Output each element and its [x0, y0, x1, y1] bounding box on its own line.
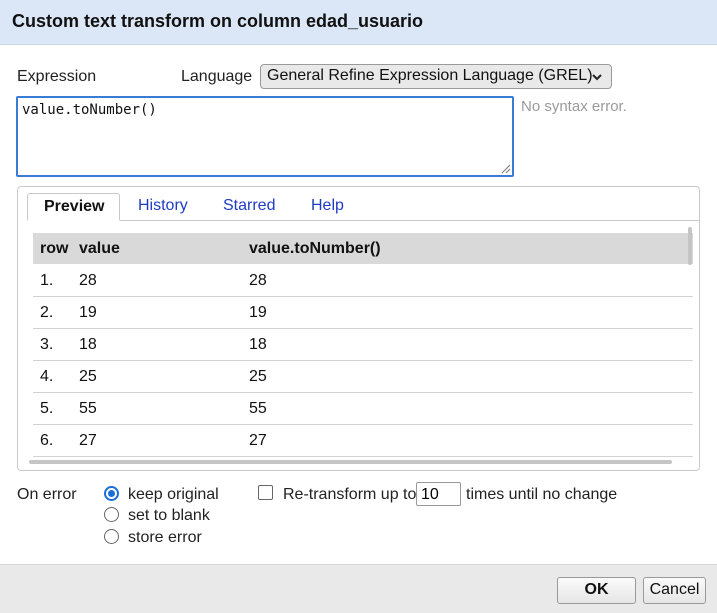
row-result: 28: [249, 272, 267, 289]
row-value: 25: [79, 368, 97, 385]
row-number: 1.: [40, 272, 54, 289]
preview-table-header: row value value.toNumber(): [33, 233, 693, 264]
radio-keep-original-label: keep original: [128, 486, 219, 503]
row-result: 18: [249, 336, 267, 353]
radio-set-to-blank-label: set to blank: [128, 507, 210, 524]
header-row: row: [40, 240, 69, 257]
row-number: 4.: [40, 368, 54, 385]
row-result: 27: [249, 432, 267, 449]
syntax-status: No syntax error.: [521, 98, 627, 115]
header-value: value: [79, 240, 120, 257]
ok-button[interactable]: OK: [557, 577, 636, 604]
on-error-label: On error: [17, 486, 77, 503]
table-row: 6. 27 27: [33, 425, 693, 457]
retransform-count-input[interactable]: [416, 482, 461, 506]
row-number: 6.: [40, 432, 54, 449]
row-value: 18: [79, 336, 97, 353]
chevron-down-icon: [592, 74, 602, 81]
retransform-checkbox[interactable]: [258, 485, 273, 500]
row-result: 19: [249, 304, 267, 321]
table-row: 3. 18 18: [33, 329, 693, 361]
resize-grip-icon[interactable]: [500, 163, 511, 174]
row-value: 55: [79, 400, 97, 417]
dialog-title: Custom text transform on column edad_usu…: [0, 0, 717, 45]
row-result: 25: [249, 368, 267, 385]
row-number: 5.: [40, 400, 54, 417]
header-result: value.toNumber(): [249, 240, 381, 257]
language-select-value: General Refine Expression Language (GREL…: [267, 67, 593, 84]
tab-starred[interactable]: Starred: [207, 193, 291, 221]
tab-history[interactable]: History: [122, 193, 204, 221]
expression-label: Expression: [17, 68, 97, 85]
table-row: 4. 25 25: [33, 361, 693, 393]
row-result: 55: [249, 400, 267, 417]
radio-store-error[interactable]: [104, 529, 119, 544]
retransform-suffix: times until no change: [466, 486, 618, 503]
table-row: 5. 55 55: [33, 393, 693, 425]
expression-input[interactable]: value.toNumber(): [16, 96, 514, 177]
row-number: 3.: [40, 336, 54, 353]
table-row: 2. 19 19: [33, 297, 693, 329]
table-row: 1. 28 28: [33, 265, 693, 297]
radio-set-to-blank[interactable]: [104, 507, 119, 522]
tab-panel: Preview History Starred Help row value v…: [17, 186, 700, 471]
language-select[interactable]: General Refine Expression Language (GREL…: [260, 64, 612, 89]
row-number: 2.: [40, 304, 54, 321]
vertical-scrollbar[interactable]: [688, 227, 692, 265]
row-value: 27: [79, 432, 97, 449]
cancel-button[interactable]: Cancel: [643, 577, 706, 604]
radio-store-error-label: store error: [128, 529, 202, 546]
dialog-footer: OK Cancel: [0, 564, 717, 613]
row-value: 19: [79, 304, 97, 321]
language-label: Language: [181, 68, 253, 85]
preview-table: row value value.toNumber() 1. 28 28 2. 1…: [33, 232, 693, 457]
tab-help[interactable]: Help: [295, 193, 360, 221]
row-value: 28: [79, 272, 97, 289]
radio-keep-original[interactable]: [104, 486, 119, 501]
tab-preview[interactable]: Preview: [27, 193, 120, 221]
retransform-prefix: Re-transform up to: [283, 486, 417, 503]
horizontal-scrollbar[interactable]: [29, 460, 672, 464]
